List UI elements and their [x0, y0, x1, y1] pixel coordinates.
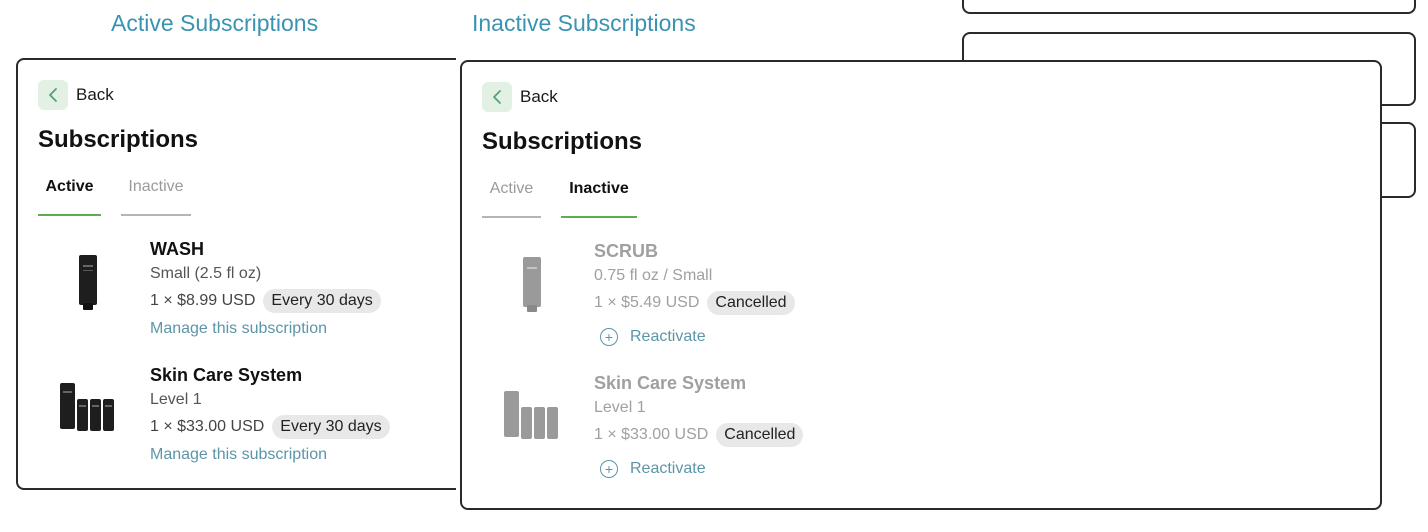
- product-name: Skin Care System: [150, 365, 303, 385]
- tab-active[interactable]: Active: [38, 172, 101, 216]
- plus-circle-icon: +: [600, 460, 618, 478]
- reactivate-label: Reactivate: [630, 460, 706, 477]
- chevron-left-icon: [49, 88, 57, 102]
- product-price: 1 × $33.00 USD: [594, 426, 709, 443]
- product-price: 1 × $33.00 USD: [150, 418, 265, 435]
- product-set-icon: [504, 391, 558, 439]
- tube-product-icon: [523, 257, 541, 312]
- back-icon-button[interactable]: [482, 82, 512, 112]
- back-button[interactable]: Back: [38, 80, 114, 110]
- frequency-badge: Every 30 days: [272, 415, 390, 439]
- product-image-scrub: [482, 240, 582, 330]
- back-label: Back: [520, 87, 558, 106]
- product-variant: Level 1: [150, 391, 202, 408]
- cancelled-badge: Cancelled: [707, 291, 795, 315]
- tube-product-icon: [79, 255, 97, 310]
- cancelled-badge: Cancelled: [716, 423, 804, 447]
- tab-inactive[interactable]: Inactive: [561, 174, 637, 218]
- reactivate-button[interactable]: + Reactivate: [594, 460, 803, 478]
- frequency-badge: Every 30 days: [263, 289, 381, 313]
- product-image-wash: [38, 238, 138, 328]
- product-image-skin-care-system: [482, 372, 582, 462]
- product-name: Skin Care System: [594, 373, 747, 393]
- back-icon-button[interactable]: [38, 80, 68, 110]
- active-subscriptions-panel: Back Subscriptions Active Inactive WASH …: [16, 58, 456, 490]
- inactive-subscriptions-title: Inactive Subscriptions: [472, 10, 696, 36]
- product-variant: 0.75 fl oz / Small: [594, 267, 713, 284]
- active-subscriptions-title: Active Subscriptions: [111, 10, 319, 36]
- tab-inactive[interactable]: Inactive: [121, 172, 191, 216]
- product-name: SCRUB: [594, 241, 659, 261]
- chevron-left-icon: [493, 90, 501, 104]
- plus-circle-icon: +: [600, 328, 618, 346]
- product-name: WASH: [150, 239, 204, 259]
- product-variant: Level 1: [594, 399, 646, 416]
- product-variant: Small (2.5 fl oz): [150, 265, 262, 282]
- manage-subscription-link[interactable]: Manage this subscription: [150, 320, 327, 338]
- product-price: 1 × $5.49 USD: [594, 294, 700, 311]
- manage-subscription-link[interactable]: Manage this subscription: [150, 446, 327, 464]
- reactivate-label: Reactivate: [630, 328, 706, 345]
- inactive-subscriptions-panel: Back Subscriptions Active Inactive SCRUB…: [460, 60, 1382, 510]
- page-title: Subscriptions: [38, 126, 199, 153]
- product-price: 1 × $8.99 USD: [150, 292, 256, 309]
- page-title: Subscriptions: [482, 128, 643, 155]
- product-set-icon: [60, 383, 114, 431]
- back-label: Back: [76, 85, 114, 104]
- tab-active[interactable]: Active: [482, 174, 541, 218]
- background-card-top: [962, 0, 1416, 14]
- back-button[interactable]: Back: [482, 82, 558, 112]
- reactivate-button[interactable]: + Reactivate: [594, 328, 795, 346]
- product-image-skin-care-system: [38, 364, 138, 454]
